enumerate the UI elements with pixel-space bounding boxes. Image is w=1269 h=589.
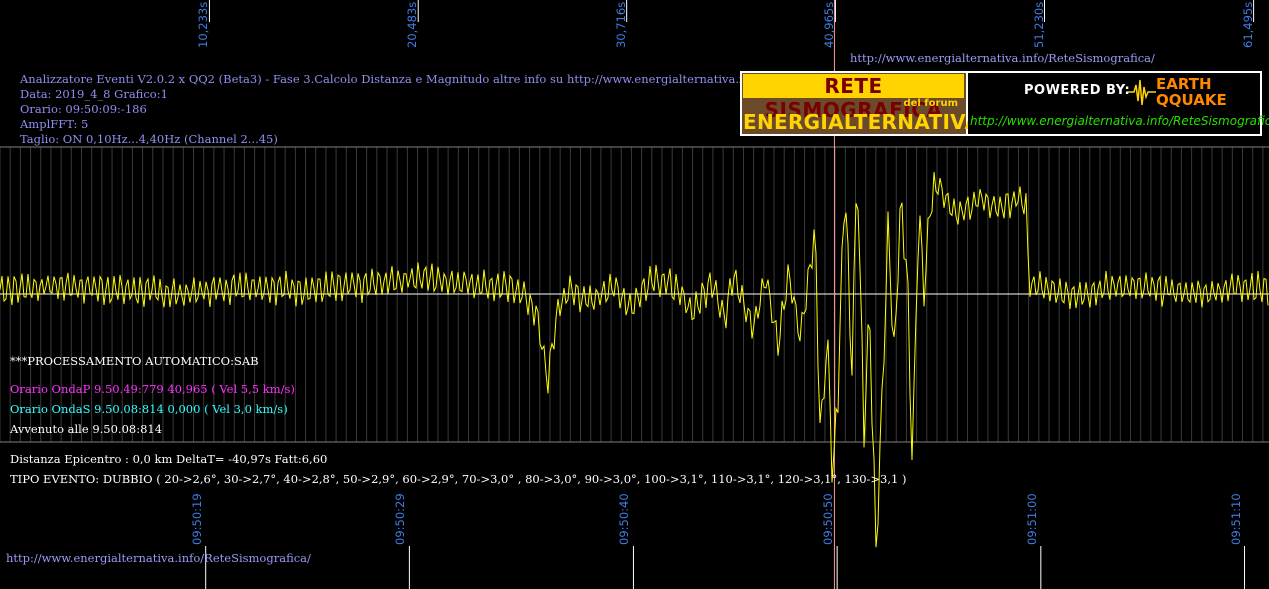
header-ampl: AmplFFT: 5: [20, 117, 89, 131]
bottom-tick-label: 09:50:19: [189, 493, 204, 545]
bottom-tick-label: 09:51:10: [1228, 493, 1243, 545]
bottom-tick-label: 09:50:50: [821, 493, 836, 545]
top-tick-label: 51,230s: [1031, 1, 1046, 48]
event-type: TIPO EVENTO: DUBBIO ( 20->2,6°, 30->2,7°…: [10, 472, 907, 486]
seismograph-window: 10,233s 20,483s 30,716s 40,965s 51,230s 61,49…: [0, 0, 1269, 589]
powered-by-label: POWERED BY:: [1024, 83, 1131, 98]
brand-quake: QQUAKE: [1156, 91, 1227, 109]
top-tick-label: 61,495s: [1240, 1, 1255, 48]
top-tick-label: 20,483s: [405, 1, 420, 48]
top-tick-label: 10,233s: [196, 1, 211, 48]
logo-url[interactable]: http://www.energialternativa.info/ReteSi…: [970, 114, 1269, 128]
bottom-tick-label: 09:51:00: [1024, 493, 1039, 545]
top-url-link[interactable]: http://www.energialternativa.info/ReteSi…: [850, 51, 1155, 65]
top-tick-label: 40,965s: [822, 1, 837, 48]
rete-sismografica-logo[interactable]: RETE SISMOGRAFICA del forum ENERGIALTERN…: [740, 71, 1269, 136]
occurred-time: Avvenuto alle 9.50.08:814: [10, 422, 163, 436]
logo-title-bottom: ENERGIALTERNATIVA: [743, 110, 981, 134]
epicenter-distance: Distanza Epicentro : 0,0 km DeltaT= -40,…: [10, 452, 328, 466]
p-wave-time: Orario OndaP 9.50.49:779 40,965 ( Vel 5,…: [10, 382, 295, 396]
header-date: Data: 2019_4_8 Grafico:1: [20, 87, 168, 101]
top-tick-label: 30,716s: [613, 1, 628, 48]
seismic-wave-icon: [1128, 79, 1156, 106]
header-time: Orario: 09:50:09:-186: [20, 102, 147, 116]
bottom-tick-label: 09:50:29: [393, 493, 408, 545]
bottom-url-link[interactable]: http://www.energialternativa.info/ReteSi…: [6, 551, 311, 565]
top-time-ticks: [208, 0, 1255, 22]
bottom-time-ticks: [205, 546, 1246, 589]
logo-title-top: RETE SISMOGRAFICA: [743, 74, 964, 122]
logo-subtitle: del forum: [903, 98, 958, 109]
s-wave-time: Orario OndaS 9.50.08:814 0,000 ( Vel 3,0…: [10, 402, 288, 416]
header-title: Analizzatore Eventi V2.0.2 x QQ2 (Beta3)…: [20, 72, 821, 86]
logo-right-panel: POWERED BY: EARTH QQUAKE http://www.ener…: [968, 73, 1269, 134]
bottom-tick-label: 09:50:40: [617, 493, 632, 545]
header-filter: Taglio: ON 0,10Hz...4,40Hz (Channel 2...…: [20, 132, 278, 146]
processing-title: ***PROCESSAMENTO AUTOMATICO:SAB: [10, 354, 259, 368]
